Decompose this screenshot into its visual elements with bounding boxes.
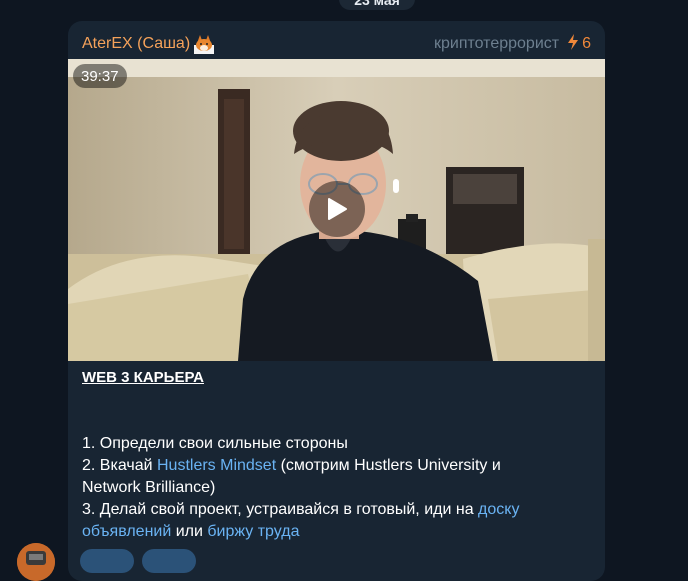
hustlers-mindset-link[interactable]: Hustlers Mindset: [157, 457, 276, 474]
boost-count: 6: [582, 35, 591, 52]
sender-name[interactable]: AterEX (Саша): [82, 35, 190, 53]
author-signature-text: криптотеррорист: [433, 35, 560, 52]
author-signature: криптотеррорист 6: [434, 34, 591, 54]
fox-emoji-icon: [192, 33, 216, 55]
reactions-bar: [80, 549, 196, 573]
video-duration: 39:37: [73, 64, 127, 88]
message-bubble: AterEX (Саша) криптотеррорист 6 39:37 WE…: [68, 21, 605, 581]
message-title: WEB 3 КАРЬЕРА: [82, 369, 204, 386]
lightning-icon: [567, 34, 579, 54]
reaction-chip[interactable]: [80, 549, 134, 573]
play-button[interactable]: [309, 181, 365, 237]
channel-avatar[interactable]: [17, 543, 55, 581]
play-icon: [328, 198, 347, 220]
list-item-2-prefix: 2. Вкачай: [82, 457, 157, 474]
board-link-part2[interactable]: объявлений: [82, 523, 171, 540]
avatar-image: [17, 543, 55, 581]
date-separator: 23 мая: [339, 0, 415, 10]
reaction-chip[interactable]: [142, 549, 196, 573]
video-player[interactable]: 39:37: [68, 59, 605, 361]
message-header: AterEX (Саша) криптотеррорист 6: [82, 31, 591, 57]
list-item-2: 2. Вкачай Hustlers Mindset (смотрим Hust…: [82, 455, 591, 477]
list-item-1: 1. Определи свои сильные стороны: [82, 435, 348, 452]
list-item-2-suffix: (смотрим Hustlers University и: [276, 457, 501, 474]
board-link-part1[interactable]: доску: [478, 501, 519, 518]
list-item-3-mid: или: [171, 523, 208, 540]
list-item-3: 3. Делай свой проект, устраивайся в гото…: [82, 499, 591, 521]
list-item-3-prefix: 3. Делай свой проект, устраивайся в гото…: [82, 501, 479, 518]
job-exchange-link[interactable]: биржу труда: [207, 523, 299, 540]
message-text: WEB 3 КАРЬЕРА 1. Определи свои сильные с…: [82, 367, 591, 543]
list-item-2-continued: Network Brilliance): [82, 479, 216, 496]
list-item-3-continued: объявлений или биржу труда: [82, 521, 591, 543]
